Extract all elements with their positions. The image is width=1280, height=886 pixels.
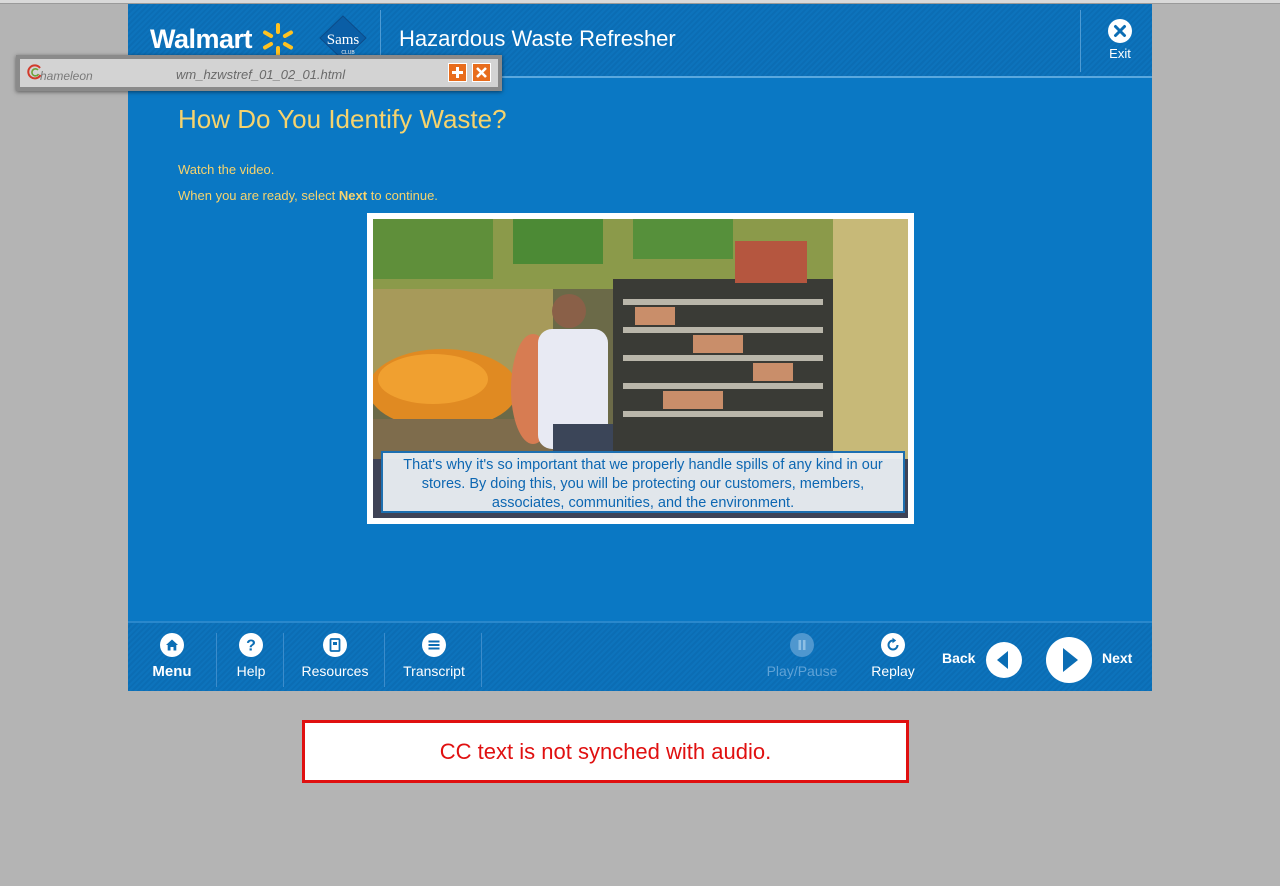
instruction-watch: Watch the video. — [178, 162, 275, 177]
help-button[interactable]: ? Help — [232, 633, 270, 679]
expand-button[interactable] — [448, 63, 467, 82]
help-label: Help — [236, 663, 266, 679]
chameleon-toolbar[interactable]: hameleon wm_hzwstref_01_02_01.html — [16, 55, 502, 91]
closed-caption: That's why it's so important that we pro… — [381, 451, 905, 513]
footer-divider — [283, 633, 284, 687]
replay-button[interactable]: Replay — [870, 633, 916, 679]
page-title: How Do You Identify Waste? — [178, 104, 507, 134]
course-title: Hazardous Waste Refresher — [399, 26, 676, 51]
instruction-next-post: to continue. — [367, 188, 438, 203]
menu-label: Menu — [152, 663, 192, 680]
question-icon: ? — [239, 633, 263, 657]
back-label: Back — [942, 650, 976, 666]
walmart-spark-icon — [263, 23, 293, 57]
svg-text:?: ? — [246, 638, 256, 655]
close-icon — [476, 67, 487, 78]
course-player: Walmart Sams CLUB Hazardous Waste Refres… — [128, 4, 1152, 691]
instruction-next-pre: When you are ready, select — [178, 188, 339, 203]
home-icon — [160, 633, 184, 657]
exit-label: Exit — [1109, 46, 1131, 61]
footer-divider — [481, 633, 482, 687]
toolbar-close-button[interactable] — [472, 63, 491, 82]
next-button[interactable] — [1045, 636, 1093, 684]
exit-button[interactable]: Exit — [1094, 18, 1146, 70]
replay-label: Replay — [871, 663, 915, 679]
video-frame: That's why it's so important that we pro… — [367, 213, 914, 524]
footer-divider — [216, 633, 217, 687]
back-button[interactable] — [985, 641, 1023, 679]
exit-divider — [1080, 10, 1081, 72]
svg-text:Sams: Sams — [327, 32, 360, 48]
player-footer-nav: Menu ? Help Resources Transcript Play/Pa… — [128, 621, 1152, 691]
instruction-next-bold: Next — [338, 188, 368, 203]
video-player[interactable]: That's why it's so important that we pro… — [373, 219, 908, 518]
walmart-logo-text: Walmart — [150, 24, 253, 54]
list-icon — [422, 633, 446, 657]
play-pause-label: Play/Pause — [766, 663, 838, 679]
next-label: Next — [1102, 650, 1133, 666]
document-icon — [323, 633, 347, 657]
play-pause-button[interactable]: Play/Pause — [766, 633, 838, 679]
review-annotation: CC text is not synched with audio. — [302, 720, 909, 783]
resources-button[interactable]: Resources — [300, 633, 370, 679]
transcript-button[interactable]: Transcript — [402, 633, 466, 679]
plus-icon — [452, 67, 463, 78]
chameleon-brand: hameleon — [40, 69, 93, 83]
footer-divider — [384, 633, 385, 687]
menu-button[interactable]: Menu — [150, 633, 194, 680]
instruction-next: When you are ready, select Next to conti… — [178, 188, 438, 203]
pause-icon — [790, 633, 814, 657]
replay-icon — [881, 633, 905, 657]
chameleon-toolbar-body: hameleon wm_hzwstref_01_02_01.html — [20, 59, 498, 87]
current-filename: wm_hzwstref_01_02_01.html — [176, 67, 346, 82]
resources-label: Resources — [301, 663, 369, 679]
transcript-label: Transcript — [403, 663, 465, 679]
close-circle-icon — [1108, 19, 1132, 43]
